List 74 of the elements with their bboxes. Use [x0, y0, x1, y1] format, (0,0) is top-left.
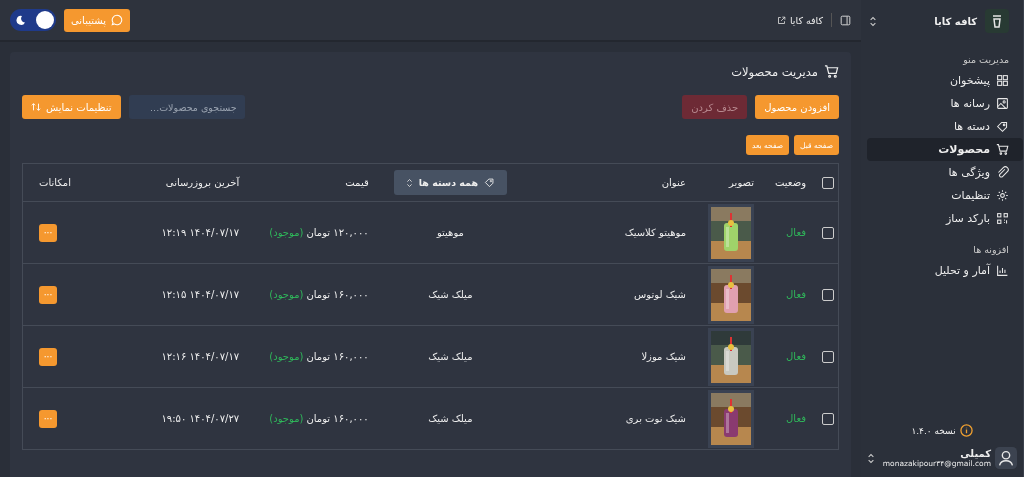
info-icon — [959, 424, 973, 437]
moon-icon — [14, 14, 26, 26]
chevron-updown-icon[interactable] — [869, 15, 877, 27]
table-cell-text: ۱۴۰۴/۰۷/۱۷ ۱۲:۱۶ — [160, 351, 241, 362]
chat-icon — [110, 14, 123, 26]
tags-icon — [484, 177, 496, 188]
table-cell-text: موهیتو — [435, 227, 465, 238]
tag-icon — [996, 120, 1009, 133]
logo-icon — [985, 9, 1009, 33]
column-header: آخرین بروزرسانی — [164, 177, 241, 188]
status-text: فعال — [786, 413, 806, 424]
version-text: نسخه ۱.۴.۰ — [911, 425, 956, 436]
row-checkbox[interactable] — [822, 412, 834, 425]
price-text: ۱۲۰,۰۰۰ تومان — [306, 227, 369, 238]
stock-text: (موجود) — [269, 413, 304, 424]
column-header: عنوان — [660, 177, 687, 188]
price-text: ۱۶۰,۰۰۰ تومان — [306, 413, 369, 424]
stock-text: (موجود) — [269, 227, 304, 238]
table-cell-text: میلک شیک — [427, 289, 474, 300]
stock-text: (موجود) — [269, 289, 304, 300]
image-icon — [996, 97, 1009, 110]
sidebar-item[interactable]: بارکد ساز — [867, 207, 1023, 230]
select-all-checkbox[interactable] — [822, 176, 834, 189]
paperclip-icon — [996, 166, 1009, 179]
user-avatar-icon — [995, 447, 1017, 469]
status-text: فعال — [786, 351, 806, 362]
dark-mode-toggle[interactable] — [10, 9, 56, 31]
sidebar-item[interactable]: پیشخوان — [867, 69, 1023, 92]
table-cell-text: شیک لوتوس — [633, 289, 687, 300]
sidebar-item[interactable]: دسته ها — [867, 115, 1023, 138]
section-title: مدیریت منو — [962, 54, 1010, 65]
table-cell-text: میلک شیک — [427, 413, 474, 424]
price-text: ۱۶۰,۰۰۰ تومان — [306, 289, 369, 300]
sidebar-item[interactable]: آمار و تحلیل — [867, 259, 1023, 282]
cart-icon — [996, 143, 1009, 156]
qr-code-icon — [996, 212, 1009, 225]
table-cell-text: ۱۴۰۴/۰۷/۲۷ ۱۹:۵۰ — [160, 413, 241, 424]
cart-icon — [824, 64, 839, 79]
chevron-updown-icon — [405, 177, 413, 188]
price-text: ۱۶۰,۰۰۰ تومان — [306, 351, 369, 362]
bar-chart-icon — [996, 264, 1009, 277]
sidebar-item[interactable]: تنظیمات — [867, 184, 1023, 207]
chevron-updown-icon[interactable] — [867, 452, 875, 464]
table-cell-text: شیک نوت بری — [624, 413, 687, 424]
user-name: کمیلی — [959, 448, 991, 459]
table-cell-text: موهیتو کلاسیک — [623, 227, 687, 238]
status-text: فعال — [786, 289, 806, 300]
table-cell-text: شیک موزلا — [640, 351, 687, 362]
column-header: وضعیت — [774, 177, 807, 188]
sidebar-item[interactable]: ویژگی ها — [867, 161, 1023, 184]
sidebar-item[interactable]: محصولات — [867, 138, 1023, 161]
category-filter-dropdown[interactable]: همه دسته ها — [393, 170, 508, 195]
column-header: امکانات — [38, 177, 72, 188]
settings-icon — [996, 189, 1009, 202]
row-checkbox[interactable] — [822, 350, 834, 363]
sidebar-toggle-icon[interactable] — [840, 14, 851, 26]
row-checkbox[interactable] — [822, 288, 834, 301]
external-link-icon — [776, 15, 786, 25]
status-text: فعال — [786, 227, 806, 238]
table-cell-text: میلک شیک — [427, 351, 474, 362]
table-cell-text: ۱۴۰۴/۰۷/۱۷ ۱۲:۱۵ — [160, 289, 241, 300]
table-cell-text: ۱۴۰۴/۰۷/۱۷ ۱۲:۱۹ — [160, 227, 241, 238]
section-title: افزونه ها — [972, 244, 1010, 255]
stock-text: (موجود) — [269, 351, 304, 362]
grid-icon — [996, 74, 1009, 87]
brand-name: کافه کایا — [933, 15, 977, 27]
sort-icon — [31, 102, 41, 112]
site-link[interactable]: کافه کایا — [776, 14, 823, 26]
sidebar-item[interactable]: رسانه ها — [867, 92, 1023, 115]
column-header: قیمت — [344, 177, 370, 188]
column-header: تصویر — [727, 177, 755, 188]
search-field[interactable]: جستجوی محصولات... — [128, 95, 245, 119]
page-title: مدیریت محصولات — [731, 64, 818, 79]
row-checkbox[interactable] — [822, 226, 834, 239]
